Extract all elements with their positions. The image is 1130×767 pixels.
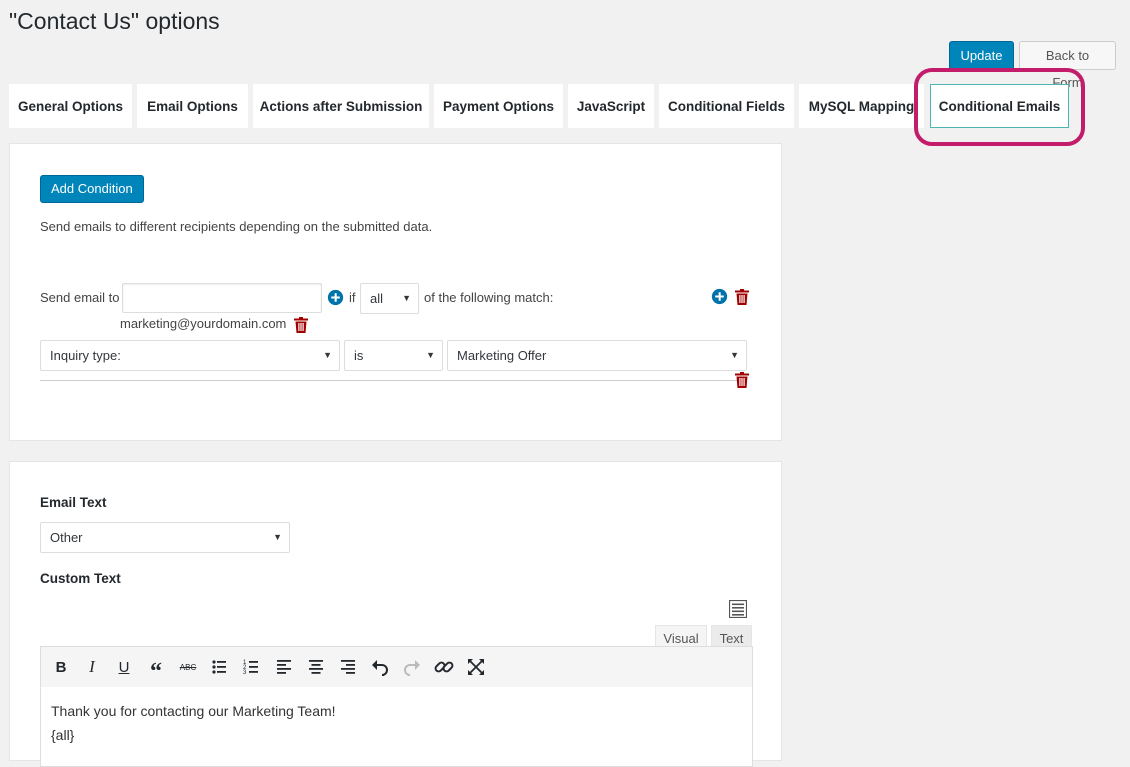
chevron-down-icon: ▼ bbox=[402, 293, 411, 303]
tab-conditional-emails[interactable]: Conditional Emails bbox=[930, 84, 1069, 128]
strikethrough-icon[interactable]: ABC bbox=[175, 654, 201, 680]
email-body-line: Thank you for contacting our Marketing T… bbox=[51, 703, 336, 719]
recipient-email-text: marketing@yourdomain.com bbox=[120, 316, 287, 331]
email-text-panel: Email Text Other ▼ Custom Text Visual Te… bbox=[9, 461, 782, 767]
send-email-label: Send email to bbox=[40, 290, 120, 305]
editor-toolbar: B I U “ ABC 123 bbox=[40, 646, 753, 688]
redo-icon[interactable] bbox=[399, 654, 425, 680]
match-type-select[interactable]: all ▼ bbox=[360, 283, 419, 314]
add-recipient-icon[interactable] bbox=[327, 289, 344, 306]
conditions-panel: Add Condition Send emails to different r… bbox=[9, 143, 782, 441]
svg-text:3: 3 bbox=[243, 670, 247, 676]
email-body-editor[interactable]: Thank you for contacting our Marketing T… bbox=[40, 687, 753, 767]
tab-general-options[interactable]: General Options bbox=[9, 84, 132, 128]
following-match-label: of the following match: bbox=[424, 290, 554, 305]
conditions-description: Send emails to different recipients depe… bbox=[40, 219, 433, 234]
link-icon[interactable] bbox=[431, 654, 457, 680]
bullet-list-icon[interactable] bbox=[207, 654, 233, 680]
align-left-icon[interactable] bbox=[271, 654, 297, 680]
tab-mysql-mapping[interactable]: MySQL Mapping bbox=[799, 84, 924, 128]
blockquote-icon[interactable]: “ bbox=[143, 654, 169, 685]
numbered-list-icon[interactable]: 123 bbox=[239, 654, 265, 680]
rule-operator-select[interactable]: is ▼ bbox=[344, 340, 443, 371]
add-rule-icon[interactable] bbox=[711, 288, 728, 305]
rule-value-value: Marketing Offer bbox=[457, 348, 547, 363]
align-center-icon[interactable] bbox=[303, 654, 329, 680]
tab-payment-options[interactable]: Payment Options bbox=[434, 84, 563, 128]
email-text-select[interactable]: Other ▼ bbox=[40, 522, 290, 553]
delete-condition-icon[interactable] bbox=[735, 289, 749, 305]
recipient-email-input[interactable] bbox=[122, 283, 322, 313]
delete-recipient-icon[interactable] bbox=[294, 317, 308, 333]
add-condition-button[interactable]: Add Condition bbox=[40, 175, 144, 203]
chevron-down-icon: ▼ bbox=[323, 350, 332, 360]
italic-icon[interactable]: I bbox=[79, 654, 105, 680]
email-text-label: Email Text bbox=[40, 495, 107, 510]
rule-operator-value: is bbox=[354, 348, 364, 363]
rule-divider bbox=[40, 380, 747, 381]
underline-icon[interactable]: U bbox=[111, 654, 137, 680]
tab-conditional-fields[interactable]: Conditional Fields bbox=[659, 84, 794, 128]
delete-rule-icon[interactable] bbox=[735, 372, 749, 388]
back-to-form-button[interactable]: Back to Form bbox=[1019, 41, 1116, 90]
tab-email-options[interactable]: Email Options bbox=[137, 84, 248, 128]
align-right-icon[interactable] bbox=[335, 654, 361, 680]
update-button[interactable]: Update bbox=[949, 41, 1014, 70]
rule-value-select[interactable]: Marketing Offer ▼ bbox=[447, 340, 747, 371]
chevron-down-icon: ▼ bbox=[730, 350, 739, 360]
chevron-down-icon: ▼ bbox=[426, 350, 435, 360]
page-title: "Contact Us" options bbox=[9, 8, 220, 34]
if-label: if bbox=[349, 290, 356, 305]
add-form-field-icon[interactable] bbox=[729, 600, 747, 618]
email-body-line: {all} bbox=[51, 727, 75, 743]
email-text-value: Other bbox=[50, 530, 83, 545]
undo-icon[interactable] bbox=[367, 654, 393, 680]
rule-field-value: Inquiry type: bbox=[50, 348, 121, 363]
match-type-value: all bbox=[370, 291, 384, 306]
rule-field-select[interactable]: Inquiry type: ▼ bbox=[40, 340, 340, 371]
tab-actions-after-submission[interactable]: Actions after Submission bbox=[253, 84, 429, 128]
bold-icon[interactable]: B bbox=[48, 654, 74, 680]
chevron-down-icon: ▼ bbox=[273, 532, 282, 542]
tab-javascript[interactable]: JavaScript bbox=[568, 84, 654, 128]
custom-text-label: Custom Text bbox=[40, 571, 121, 586]
fullscreen-icon[interactable] bbox=[463, 654, 489, 680]
